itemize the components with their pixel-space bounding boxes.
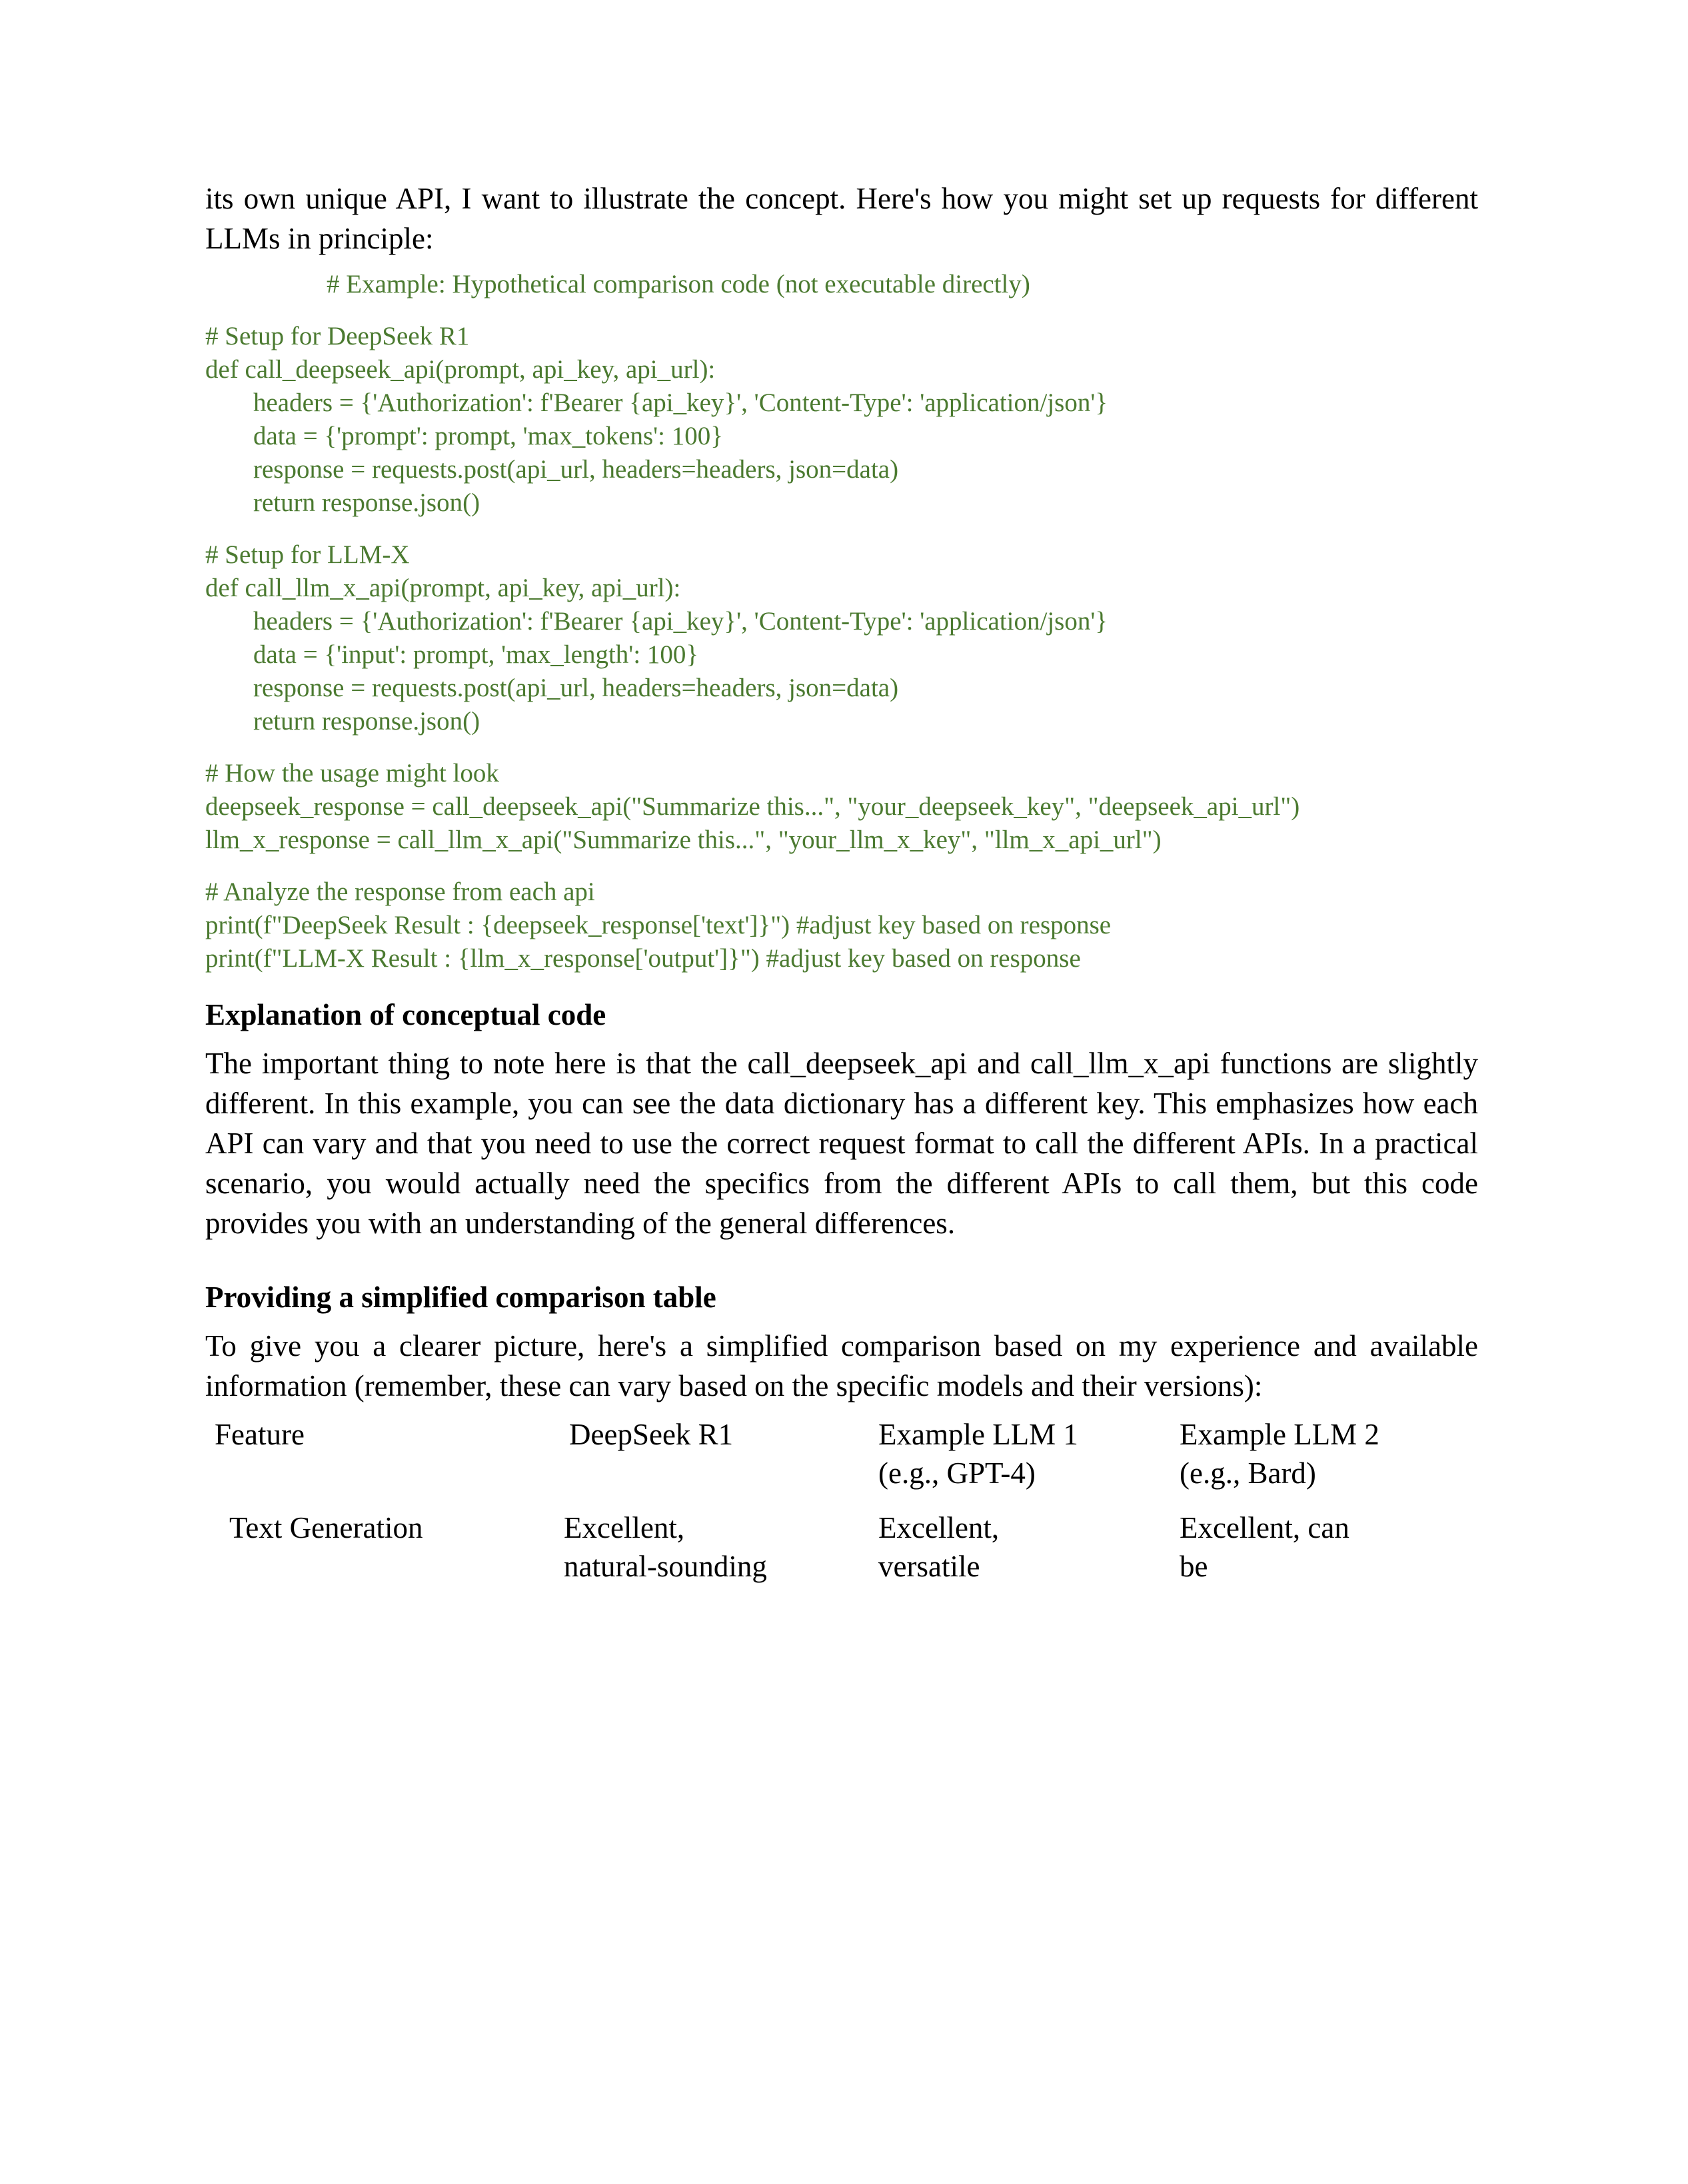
- table-header-deepseek-line1: DeepSeek R1: [569, 1418, 734, 1451]
- table-header-llm2-line2: (e.g., Bard): [1180, 1456, 1316, 1490]
- code-line: headers = {'Authorization': f'Bearer {ap…: [253, 607, 1108, 636]
- document-page: its own unique API, I want to illustrate…: [0, 0, 1688, 2184]
- code-line: data = {'prompt': prompt, 'max_tokens': …: [253, 422, 723, 450]
- code-block-example-header: # Example: Hypothetical comparison code …: [205, 268, 1478, 301]
- table-header-feature-line1: Feature: [215, 1418, 305, 1451]
- code-block-usage: # How the usage might look deepseek_resp…: [205, 757, 1478, 857]
- table-cell-llm1-line2: versatile: [878, 1550, 980, 1583]
- table-header-row: Feature DeepSeek R1 Example LLM 1 (e.g.,…: [215, 1415, 1513, 1495]
- table-row: Text Generation Excellent, natural-sound…: [215, 1495, 1513, 1586]
- code-line: headers = {'Authorization': f'Bearer {ap…: [253, 388, 1108, 417]
- code-line: print(f"LLM-X Result : {llm_x_response['…: [205, 944, 1081, 973]
- code-line: # Setup for LLM-X: [205, 540, 410, 569]
- code-line-llmx-call: llm_x_response = call_llm_x_api("Summari…: [205, 825, 1162, 854]
- comparison-table: Feature DeepSeek R1 Example LLM 1 (e.g.,…: [215, 1415, 1513, 1586]
- code-line-deepseek-call: deepseek_response = call_deepseek_api("S…: [205, 792, 1300, 821]
- explanation-paragraph: The important thing to note here is that…: [205, 1047, 1478, 1240]
- code-comment-example-title: # Example: Hypothetical comparison code …: [327, 270, 1030, 298]
- code-line: return response.json(): [253, 707, 480, 736]
- table-header-cell-feature: Feature: [215, 1415, 554, 1495]
- table-cell-llm2-line1: Excellent, can: [1180, 1511, 1349, 1544]
- table-cell-llm1: Excellent, versatile: [869, 1495, 1172, 1586]
- table-cell-deepseek: Excellent, natural-sounding: [554, 1495, 869, 1586]
- code-line: response = requests.post(api_url, header…: [253, 455, 899, 484]
- code-comment-analyze: # Analyze the response from each api: [205, 877, 595, 906]
- table-header-llm1-line2: (e.g., GPT-4): [878, 1456, 1036, 1490]
- code-comment-usage: # How the usage might look: [205, 759, 499, 788]
- code-line: return response.json(): [253, 488, 480, 517]
- code-block-llmx: # Setup for LLM-X def call_llm_x_api(pro…: [205, 538, 1478, 738]
- code-line: def call_llm_x_api(prompt, api_key, api_…: [205, 574, 681, 602]
- table-header-cell-llm1: Example LLM 1 (e.g., GPT-4): [869, 1415, 1172, 1495]
- table-header-llm2-line1: Example LLM 2: [1180, 1418, 1379, 1451]
- heading-providing-simplified-comparison-table: Providing a simplified comparison table: [205, 1281, 716, 1314]
- code-line: print(f"DeepSeek Result : {deepseek_resp…: [205, 911, 1112, 939]
- code-block-analyze: # Analyze the response from each api pri…: [205, 875, 1478, 975]
- table-cell-llm2-line2: be: [1180, 1550, 1208, 1583]
- table-header-cell-llm2: Example LLM 2 (e.g., Bard): [1172, 1415, 1513, 1495]
- table-cell-feature: Text Generation: [229, 1511, 423, 1544]
- code-line: # Setup for DeepSeek R1: [205, 322, 470, 350]
- heading-explanation-of-conceptual-code: Explanation of conceptual code: [205, 998, 606, 1031]
- table-cell-llm2: Excellent, can be: [1172, 1495, 1513, 1586]
- table-header-cell-deepseek: DeepSeek R1: [554, 1415, 869, 1495]
- code-block-deepseek: # Setup for DeepSeek R1 def call_deepsee…: [205, 320, 1478, 520]
- code-line: data = {'input': prompt, 'max_length': 1…: [253, 640, 699, 669]
- code-line: def call_deepseek_api(prompt, api_key, a…: [205, 355, 716, 384]
- table-cell-llm1-line1: Excellent,: [878, 1511, 1000, 1544]
- page-content: its own unique API, I want to illustrate…: [205, 179, 1478, 1586]
- table-header-llm1-line1: Example LLM 1: [878, 1418, 1078, 1451]
- comparison-intro-paragraph: To give you a clearer picture, here's a …: [205, 1329, 1478, 1402]
- code-line: response = requests.post(api_url, header…: [253, 674, 899, 702]
- table-cell-deepseek-line1: Excellent,: [564, 1511, 685, 1544]
- intro-paragraph: its own unique API, I want to illustrate…: [205, 182, 1478, 255]
- table-cell-deepseek-line2: natural-sounding: [564, 1550, 767, 1583]
